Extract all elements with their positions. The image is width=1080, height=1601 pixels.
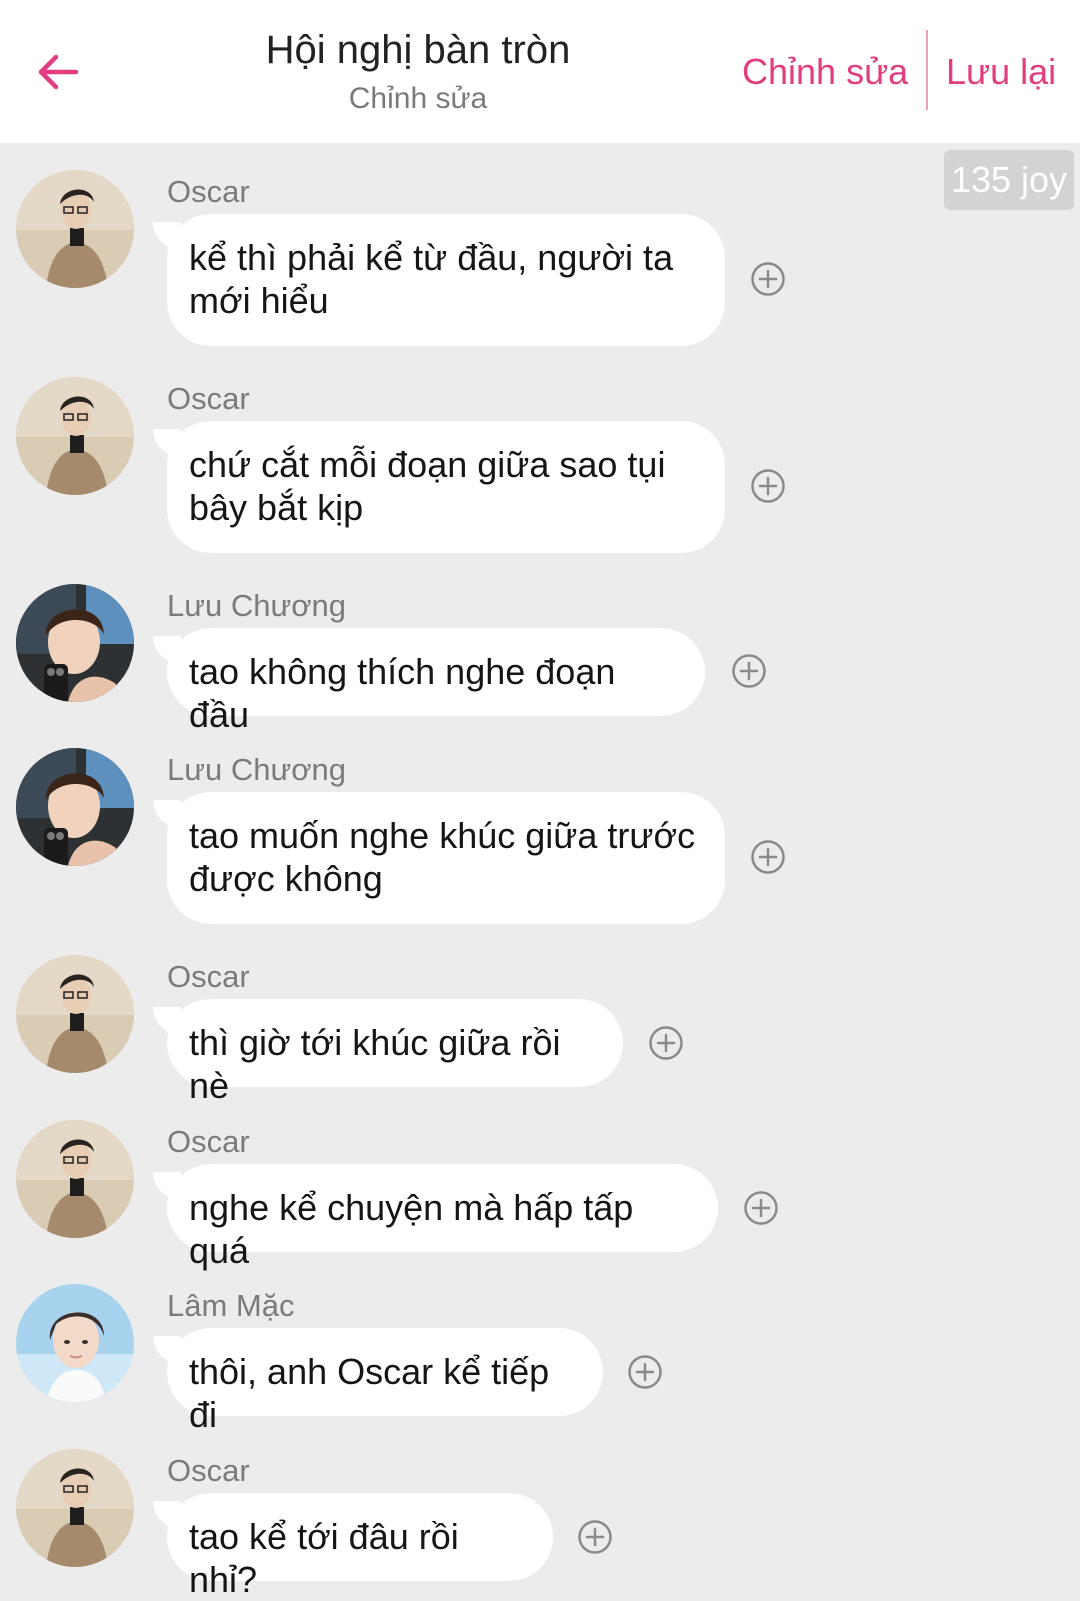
message-text: tao không thích nghe đoạn đầu — [189, 651, 616, 735]
top-bar: Hội nghị bàn tròn Chỉnh sửa Chỉnh sửa Lư… — [0, 0, 1080, 143]
sender-name: Lâm Mặc — [167, 1288, 295, 1323]
add-reaction-icon[interactable] — [627, 1354, 663, 1390]
message-bubble[interactable]: chứ cắt mỗi đoạn giữa sao tụi bây bắt kị… — [167, 421, 725, 553]
edit-button[interactable]: Chỉnh sửa — [742, 50, 908, 94]
save-button[interactable]: Lưu lại — [946, 50, 1056, 94]
title-block: Hội nghị bàn tròn Chỉnh sửa — [218, 24, 618, 120]
message-text: kể thì phải kể từ đầu, người ta mới hiểu — [189, 237, 674, 321]
oscar-avatar[interactable] — [16, 170, 134, 288]
oscar-avatar[interactable] — [16, 955, 134, 1073]
oscar-avatar[interactable] — [16, 1449, 134, 1567]
header-divider — [926, 30, 928, 110]
message-text: thôi, anh Oscar kể tiếp đi — [189, 1351, 550, 1435]
luu-chuong-avatar[interactable] — [16, 584, 134, 702]
sender-name: Oscar — [167, 174, 250, 209]
message-bubble[interactable]: tao muốn nghe khúc giữa trước được không — [167, 792, 725, 924]
sender-name: Oscar — [167, 381, 250, 416]
message-bubble[interactable]: tao kể tới đâu rồi nhỉ? — [167, 1493, 553, 1600]
message-bubble[interactable]: tao không thích nghe đoạn đầu — [167, 628, 705, 735]
message-text: tao kể tới đâu rồi nhỉ? — [189, 1516, 459, 1600]
oscar-avatar[interactable] — [16, 1120, 134, 1238]
message-bubble[interactable]: kể thì phải kể từ đầu, người ta mới hiểu — [167, 214, 725, 346]
add-reaction-icon[interactable] — [648, 1025, 684, 1061]
message-text: thì giờ tới khúc giữa rồi nè — [189, 1022, 561, 1106]
message-bubble[interactable]: thì giờ tới khúc giữa rồi nè — [167, 999, 623, 1106]
add-reaction-icon[interactable] — [750, 261, 786, 297]
message-text: tao muốn nghe khúc giữa trước được không — [189, 815, 696, 899]
sender-name: Oscar — [167, 1453, 250, 1488]
page-title: Hội nghị bàn tròn — [265, 28, 571, 72]
joy-count-badge: 135 joy — [944, 150, 1074, 210]
add-reaction-icon[interactable] — [743, 1190, 779, 1226]
sender-name: Oscar — [167, 1124, 250, 1159]
sender-name: Lưu Chương — [167, 588, 347, 623]
page-subtitle: Chỉnh sửa — [348, 82, 488, 115]
back-button[interactable] — [30, 44, 86, 100]
add-reaction-icon[interactable] — [750, 839, 786, 875]
sender-name: Lưu Chương — [167, 752, 347, 787]
message-bubble[interactable]: nghe kể chuyện mà hấp tấp quá — [167, 1164, 718, 1271]
message-text: nghe kể chuyện mà hấp tấp quá — [189, 1187, 634, 1271]
lam-mac-avatar[interactable] — [16, 1284, 134, 1402]
message-text: chứ cắt mỗi đoạn giữa sao tụi bây bắt kị… — [189, 444, 666, 528]
back-arrow-icon — [38, 54, 79, 90]
sender-name: Oscar — [167, 959, 250, 994]
add-reaction-icon[interactable] — [731, 653, 767, 689]
add-reaction-icon[interactable] — [577, 1519, 613, 1555]
oscar-avatar[interactable] — [16, 377, 134, 495]
add-reaction-icon[interactable] — [750, 468, 786, 504]
luu-chuong-avatar[interactable] — [16, 748, 134, 866]
message-bubble[interactable]: thôi, anh Oscar kể tiếp đi — [167, 1328, 603, 1435]
